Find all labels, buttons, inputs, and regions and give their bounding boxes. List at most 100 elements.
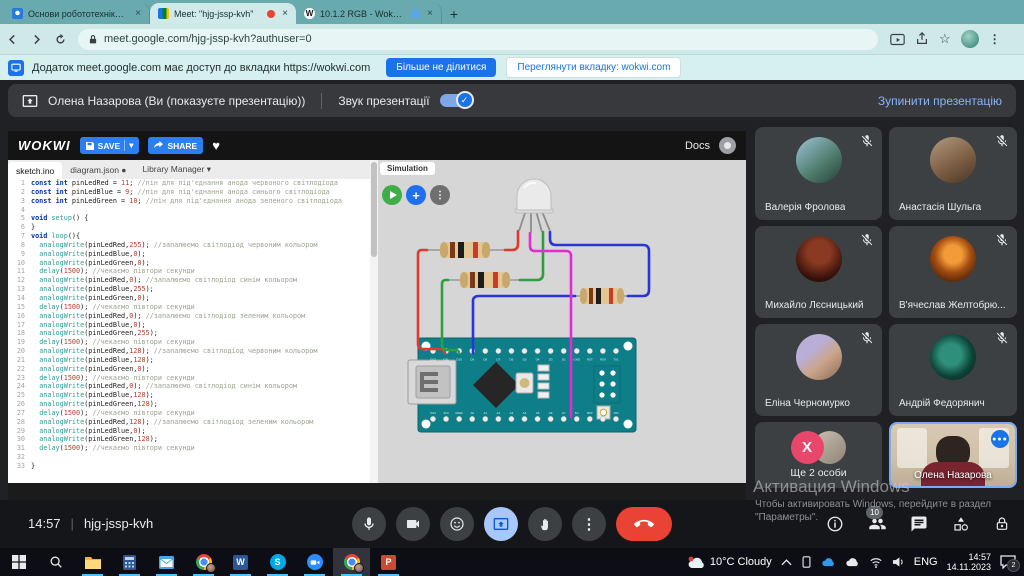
tab-title: Основи робототехніки та ком (28, 9, 128, 19)
simulation-tab[interactable]: Simulation (380, 162, 435, 175)
meeting-info-button[interactable] (826, 515, 844, 533)
camera-button[interactable] (396, 507, 430, 541)
shared-screen: WOKWI SAVE▾ SHARE ♥ Docs sketch.inodiagr… (8, 131, 746, 500)
taskbar-powerpoint[interactable]: P (370, 548, 407, 576)
file-tab-1[interactable]: sketch.ino (8, 162, 62, 179)
new-tab-button[interactable]: + (442, 3, 466, 24)
stop-presentation-button[interactable]: Зупинити презентацію (878, 94, 1002, 108)
reload-button[interactable] (48, 33, 72, 46)
file-tab-2[interactable]: diagram.json ● (62, 160, 134, 179)
hand-icon (538, 517, 553, 532)
simulation-menu-button[interactable]: ⋮ (430, 185, 450, 205)
host-controls-button[interactable] (994, 515, 1012, 533)
svg-text:RST: RST (587, 358, 593, 362)
weather-cloud-icon (687, 556, 705, 569)
wokwi-avatar[interactable] (719, 137, 736, 154)
participant-tile-4[interactable]: В'ячеслав Желтобрю... (889, 226, 1017, 318)
participant-tile-7[interactable]: XЩе 2 особи (755, 422, 882, 488)
participant-tile-2[interactable]: Анастасія Шульга (889, 127, 1017, 220)
taskbar-chrome-active[interactable] (333, 548, 370, 576)
bookmark-star-icon[interactable]: ☆ (939, 31, 951, 47)
save-dropdown-icon[interactable]: ▾ (129, 140, 133, 151)
participant-tile-5[interactable]: Еліна Черномурко (755, 324, 882, 416)
taskbar-file-explorer[interactable] (74, 548, 111, 576)
more-options-button[interactable]: ⋮ (572, 507, 606, 541)
tab-close-icon[interactable]: × (133, 8, 141, 19)
save-button[interactable]: SAVE▾ (80, 137, 140, 154)
tab-close-icon[interactable]: × (280, 8, 288, 19)
browser-tab-3[interactable]: W10.1.2 RGB - Wokwi ESP32,× (296, 3, 442, 24)
participant-tile-1[interactable]: Валерія Фролова (755, 127, 882, 220)
taskbar-calculator[interactable] (111, 548, 148, 576)
mic-button[interactable] (352, 507, 386, 541)
browser-menu-icon[interactable]: ⋮ (989, 32, 1001, 46)
people-button[interactable]: 10 (868, 515, 886, 533)
taskbar-clock[interactable]: 14:57 14.11.2023 (947, 552, 991, 572)
stop-sharing-button[interactable]: Більше не ділитися (386, 58, 496, 77)
tile-options-button[interactable]: ●●● (991, 430, 1009, 448)
code-editor[interactable]: 1const int pinLedRed = 11; //пін для під… (8, 179, 370, 483)
share-icon[interactable] (915, 32, 929, 46)
code-line: } (31, 462, 35, 471)
simulation-play-button[interactable] (382, 185, 402, 205)
reactions-button[interactable] (440, 507, 474, 541)
code-line: analogWrite(pinLedGreen,255); (31, 329, 158, 338)
code-line: delay(1500); //чекаємо півтори секунди (31, 374, 195, 383)
taskbar-chrome[interactable] (185, 548, 222, 576)
svg-text:A0: A0 (470, 411, 474, 415)
divider: | (71, 516, 74, 531)
taskbar-mail[interactable] (148, 548, 185, 576)
editor-scrollbar[interactable] (370, 160, 378, 483)
taskbar-weather-widget[interactable]: 10°C Cloudy (687, 556, 772, 569)
present-icon (22, 93, 38, 109)
wokwi-icon: W (304, 8, 315, 19)
browser-tab-2[interactable]: Meet: "hjg-jssp-kvh"× (150, 3, 296, 24)
presentation-audio-toggle[interactable]: ✓ (440, 94, 472, 107)
participant-tile-3[interactable]: Михайло Лєсницький (755, 226, 882, 318)
raise-hand-button[interactable] (528, 507, 562, 541)
chat-button[interactable] (910, 515, 928, 533)
back-button[interactable] (0, 33, 24, 46)
taskbar-skype[interactable]: S (259, 548, 296, 576)
forward-button[interactable] (24, 33, 48, 46)
simulation-add-button[interactable]: + (406, 185, 426, 205)
activities-button[interactable] (952, 515, 970, 533)
circuit-diagram[interactable]: D12D11D10D9D8D7D6D5D4D3D2GNDRSTRX0TX1D13… (378, 160, 746, 483)
wifi-icon[interactable] (869, 556, 883, 569)
notification-center-button[interactable]: 2 (1000, 555, 1016, 569)
volume-icon[interactable] (892, 556, 905, 568)
media-control-icon[interactable] (890, 33, 905, 46)
screen-share-icon (8, 60, 24, 76)
taskbar-search[interactable] (37, 548, 74, 576)
mic-off-icon (860, 233, 874, 247)
svg-text:D13: D13 (430, 411, 436, 415)
participant-tile-6[interactable]: Андрій Федорянич (889, 324, 1017, 416)
code-line: analogWrite(pinLedRed,128); //запалюємо … (31, 418, 313, 427)
language-indicator[interactable]: ENG (914, 556, 938, 568)
cloud-icon[interactable] (845, 557, 860, 567)
profile-badge (206, 563, 216, 573)
line-number: 7 (8, 232, 25, 241)
end-call-icon (634, 514, 654, 534)
view-tab-button[interactable]: Переглянути вкладку: wokwi.com (506, 57, 681, 78)
onedrive-icon[interactable] (821, 557, 836, 567)
browser-tab-1[interactable]: Основи робототехніки та ком × (4, 3, 150, 24)
url-bar[interactable]: meet.google.com/hjg-jssp-kvh?authuser=0 (78, 29, 878, 50)
taskbar-zoom[interactable] (296, 548, 333, 576)
tab-close-icon[interactable]: × (425, 8, 433, 19)
taskbar-start[interactable] (0, 548, 37, 576)
info-icon (826, 515, 844, 533)
search-icon (49, 555, 63, 569)
present-button[interactable] (484, 507, 518, 541)
file-tab-3[interactable]: Library Manager ▾ (134, 160, 219, 179)
device-icon[interactable] (801, 556, 812, 568)
browser-profile-avatar[interactable] (961, 30, 979, 48)
scrollbar-thumb[interactable] (371, 162, 377, 257)
share-button[interactable]: SHARE (148, 137, 203, 154)
taskbar-word[interactable]: W (222, 548, 259, 576)
docs-link[interactable]: Docs (685, 140, 710, 152)
tray-expand-icon[interactable] (781, 558, 792, 567)
favorite-heart-icon[interactable]: ♥ (212, 138, 220, 153)
participant-tile-8[interactable]: ●●●Олена Назарова (889, 422, 1017, 488)
end-call-button[interactable] (616, 507, 672, 541)
